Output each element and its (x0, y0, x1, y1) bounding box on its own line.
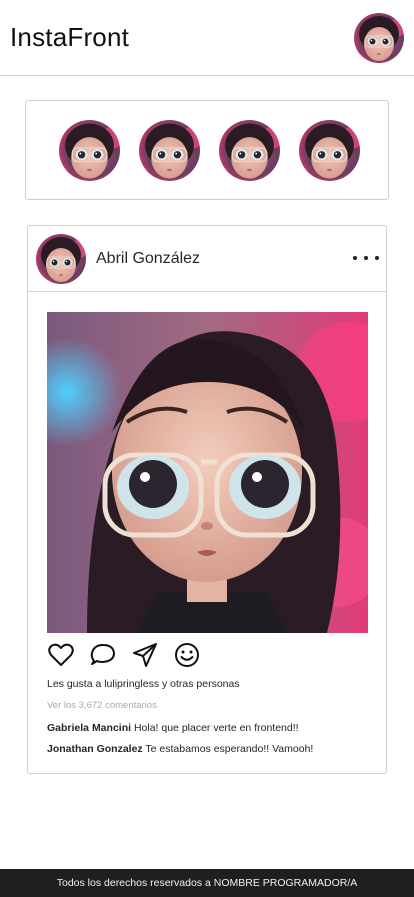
comment: Jonathan Gonzalez Te estabamos esperando… (47, 743, 313, 755)
smile-icon[interactable] (173, 641, 201, 669)
comment-text: Hola! que placer verte en frontend!! (133, 722, 299, 734)
view-comments-link[interactable]: Ver los 3,672 comentarios (47, 700, 157, 711)
send-icon[interactable] (131, 641, 159, 669)
profile-avatar[interactable] (354, 13, 404, 63)
app-brand[interactable]: InstaFront (10, 22, 129, 53)
story-avatar[interactable] (139, 120, 200, 181)
post-username[interactable]: Abril González (96, 250, 200, 268)
footer-text: Todos los derechos reservados a NOMBRE P… (56, 877, 358, 889)
post-actions (47, 641, 247, 669)
post-card: Abril González Les gusta a lulipringless… (27, 225, 387, 774)
comment-text: Te estabamos esperando!! Vamooh! (145, 743, 314, 755)
more-dots-icon[interactable] (353, 256, 381, 262)
likes-text: Les gusta a lulipringless y otras person… (47, 678, 240, 690)
comment-icon[interactable] (89, 641, 117, 669)
story-avatar[interactable] (219, 120, 280, 181)
post-user-avatar[interactable] (36, 234, 86, 284)
post-header: Abril González (28, 226, 386, 292)
post-photo[interactable] (47, 312, 368, 633)
story-avatar[interactable] (59, 120, 120, 181)
top-bar: InstaFront (0, 0, 414, 76)
footer: Todos los derechos reservados a NOMBRE P… (0, 869, 414, 897)
heart-icon[interactable] (47, 641, 75, 669)
stories-bar (25, 100, 389, 200)
story-avatar[interactable] (299, 120, 360, 181)
comment: Gabriela Mancini Hola! que placer verte … (47, 722, 299, 734)
comment-user[interactable]: Gabriela Mancini (47, 722, 131, 734)
comment-user[interactable]: Jonathan Gonzalez (47, 743, 143, 755)
